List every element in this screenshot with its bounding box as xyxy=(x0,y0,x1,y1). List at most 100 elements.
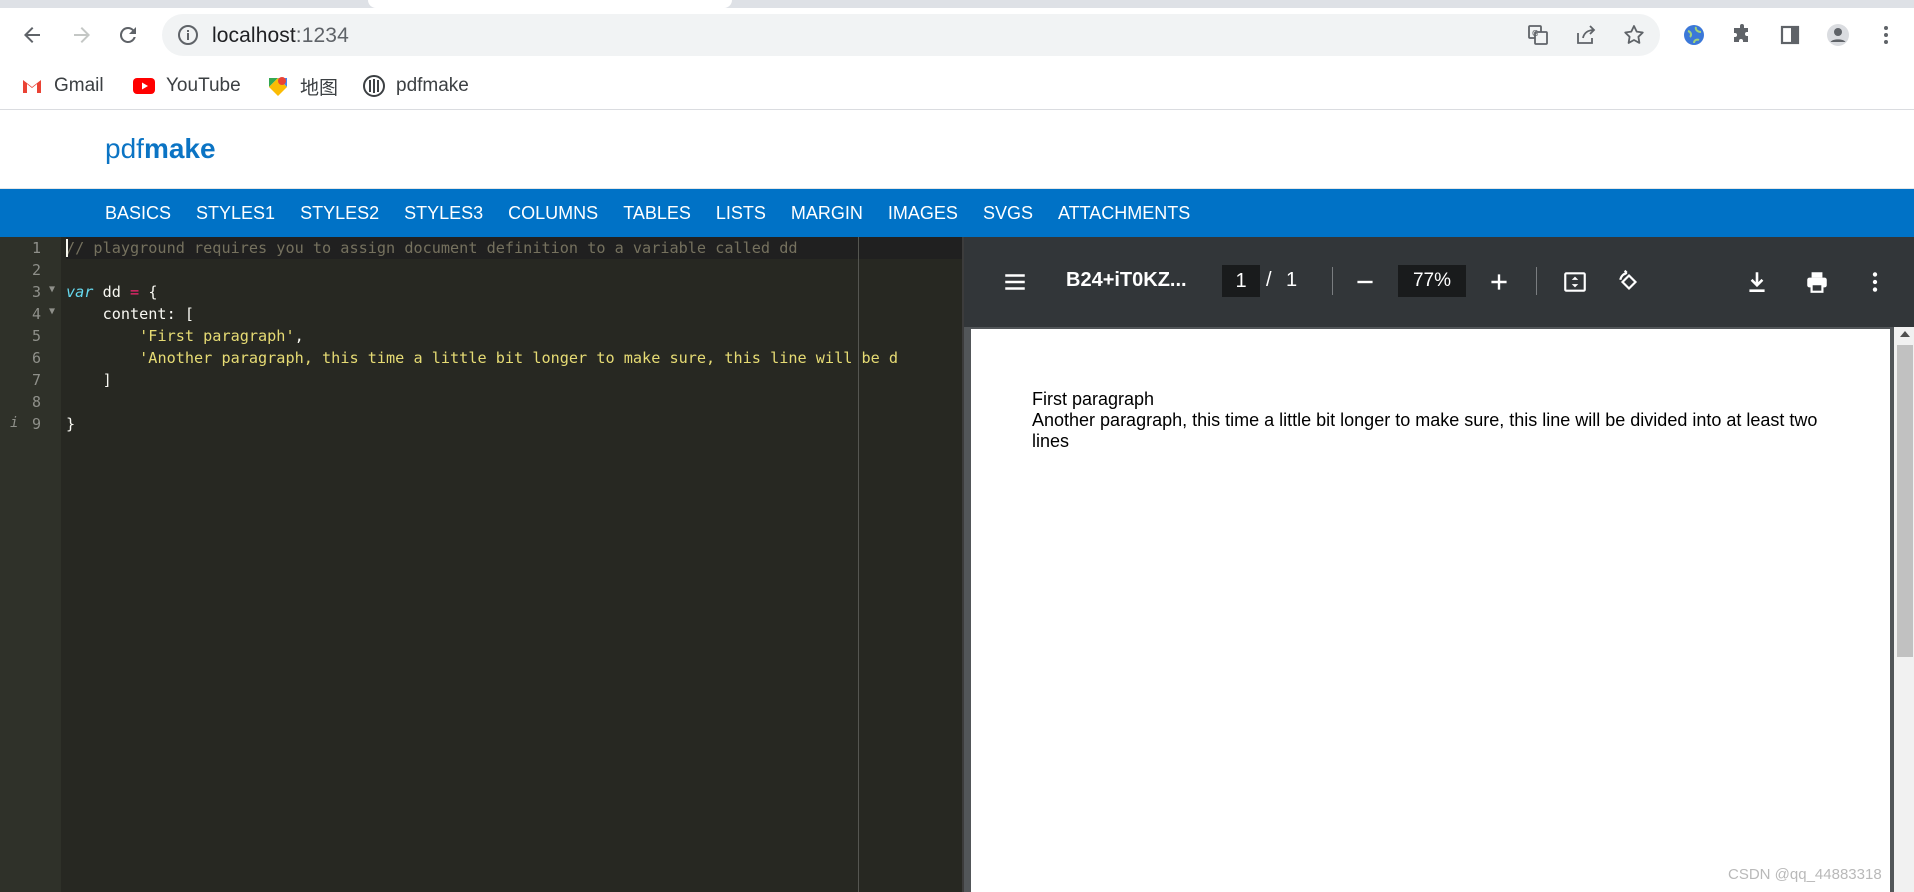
zoom-in-button[interactable] xyxy=(1482,265,1516,299)
bookmark-gmail[interactable]: Gmail xyxy=(20,72,104,100)
download-button[interactable] xyxy=(1740,265,1774,299)
nav-attachments[interactable]: ATTACHMENTS xyxy=(1058,189,1190,237)
nav-styles2[interactable]: STYLES2 xyxy=(300,189,379,237)
star-icon[interactable] xyxy=(1622,23,1646,47)
text-cursor xyxy=(66,239,68,257)
rotate-icon xyxy=(1619,269,1638,291)
puzzle-icon xyxy=(1734,24,1748,42)
gutter-line: 4 ▼ xyxy=(31,305,55,323)
nav-styles1[interactable]: STYLES1 xyxy=(196,189,275,237)
side-panel-button[interactable] xyxy=(1770,15,1810,55)
code-area[interactable]: // playground requires you to assign doc… xyxy=(66,237,962,892)
more-vert-icon xyxy=(1872,272,1878,292)
pdf-paragraph-2: Another paragraph, this time a little bi… xyxy=(1032,410,1818,451)
pdf-menu-button[interactable] xyxy=(998,265,1032,299)
pdf-title: B24+iT0KZ... xyxy=(1066,269,1187,291)
gutter-line: 6 xyxy=(31,349,41,367)
fit-page-button[interactable] xyxy=(1558,265,1592,299)
page-separator: / xyxy=(1266,269,1272,291)
more-vert-icon xyxy=(1884,26,1888,44)
watermark: CSDN @qq_44883318 xyxy=(1728,866,1882,883)
pdf-scrollbar[interactable] xyxy=(1894,327,1914,892)
bookmark-maps[interactable]: 地图 xyxy=(266,72,338,100)
extension-globe-button[interactable] xyxy=(1674,15,1714,55)
browser-menu-button[interactable] xyxy=(1866,15,1906,55)
zoom-input[interactable]: 77% xyxy=(1398,265,1466,297)
gutter-line: 7 xyxy=(31,371,41,389)
info-icon[interactable] xyxy=(176,23,200,47)
code-line-3: var dd = { xyxy=(66,283,158,301)
profile-button[interactable] xyxy=(1818,15,1858,55)
arrow-right-icon xyxy=(74,27,90,43)
nav-columns[interactable]: COLUMNS xyxy=(508,189,598,237)
fold-arrow-icon[interactable]: ▼ xyxy=(49,284,55,295)
maps-icon xyxy=(266,74,290,98)
forward-button[interactable] xyxy=(62,15,102,55)
code-line-6: 'Another paragraph, this time a little b… xyxy=(139,349,899,367)
nav-svgs[interactable]: SVGS xyxy=(983,189,1033,237)
side-panel-icon xyxy=(1780,25,1800,45)
print-margin-line xyxy=(858,237,859,892)
page-number-input[interactable]: 1 xyxy=(1222,265,1260,297)
rotate-button[interactable] xyxy=(1612,265,1646,299)
info-annotation-icon[interactable]: i xyxy=(10,415,18,431)
scroll-up-arrow-icon[interactable] xyxy=(1900,331,1910,337)
translate-icon[interactable]: G xyxy=(1526,23,1550,47)
code-line-9: } xyxy=(66,415,76,433)
print-button[interactable] xyxy=(1800,265,1834,299)
globe-icon xyxy=(1684,25,1704,45)
plus-icon xyxy=(1491,274,1507,290)
fold-arrow-icon[interactable]: ▼ xyxy=(49,306,55,317)
back-button[interactable] xyxy=(12,15,52,55)
code-line-4: content: [ xyxy=(66,305,195,323)
nav-styles3[interactable]: STYLES3 xyxy=(404,189,483,237)
toolbar-divider xyxy=(1332,267,1333,295)
scroll-thumb[interactable] xyxy=(1897,345,1913,657)
nav-images[interactable]: IMAGES xyxy=(888,189,958,237)
extensions-button[interactable] xyxy=(1722,15,1762,55)
pdf-paragraph-1: First paragraph xyxy=(1032,389,1155,409)
arrow-left-icon xyxy=(24,27,40,43)
gmail-icon xyxy=(20,74,44,98)
pdfmake-icon xyxy=(362,74,386,98)
code-line-5: 'First paragraph', xyxy=(139,327,304,345)
printer-icon xyxy=(1807,272,1827,293)
pdfmake-logo[interactable]: pdfmake xyxy=(105,133,216,165)
nav-lists[interactable]: LISTS xyxy=(716,189,766,237)
bookmarks-bar: Gmail YouTube 地图 pdfmake xyxy=(0,62,1914,110)
fit-to-page-icon xyxy=(1564,272,1586,292)
minus-icon xyxy=(1357,280,1373,284)
avatar-icon xyxy=(1827,24,1849,46)
address-bar[interactable]: localhost:1234 G xyxy=(162,14,1660,56)
tab-strip xyxy=(0,0,1914,8)
url-text[interactable]: localhost:1234 xyxy=(212,24,349,48)
code-line-7: ] xyxy=(66,371,112,389)
gutter-line: 5 xyxy=(31,327,41,345)
gutter-line: 8 xyxy=(31,393,41,411)
pdf-viewer: B24+iT0KZ... 1 / 1 77% First paragraph A… xyxy=(962,237,1914,892)
page-total: 1 xyxy=(1286,269,1298,291)
examples-nav: BASICS STYLES1 STYLES2 STYLES3 COLUMNS T… xyxy=(0,189,1914,237)
nav-basics[interactable]: BASICS xyxy=(105,189,171,237)
gutter-line: 3 ▼ xyxy=(31,283,55,301)
bookmark-youtube[interactable]: YouTube xyxy=(132,72,241,100)
gutter-line: i9 xyxy=(10,415,41,433)
nav-tables[interactable]: TABLES xyxy=(623,189,691,237)
pdf-toolbar: B24+iT0KZ... 1 / 1 77% xyxy=(964,237,1914,327)
svg-text:G: G xyxy=(1532,29,1538,38)
share-icon[interactable] xyxy=(1574,23,1598,47)
gutter-line: 2 xyxy=(31,261,41,279)
pdf-more-button[interactable] xyxy=(1858,265,1892,299)
nav-margin[interactable]: MARGIN xyxy=(791,189,863,237)
site-header: pdfmake xyxy=(0,111,1914,189)
youtube-icon xyxy=(132,74,156,98)
zoom-out-button[interactable] xyxy=(1348,265,1382,299)
bookmark-pdfmake[interactable]: pdfmake xyxy=(362,72,469,100)
code-line-1: // playground requires you to assign doc… xyxy=(66,237,962,259)
download-icon xyxy=(1749,272,1765,292)
pdf-page-content: First paragraph Another paragraph, this … xyxy=(1032,389,1832,452)
reload-button[interactable] xyxy=(108,15,148,55)
hamburger-icon xyxy=(1005,274,1025,290)
code-editor[interactable]: 1 2 3 ▼ 4 ▼ 5 6 7 8 i9 // playground requi… xyxy=(0,237,962,892)
active-tab[interactable] xyxy=(368,0,732,8)
